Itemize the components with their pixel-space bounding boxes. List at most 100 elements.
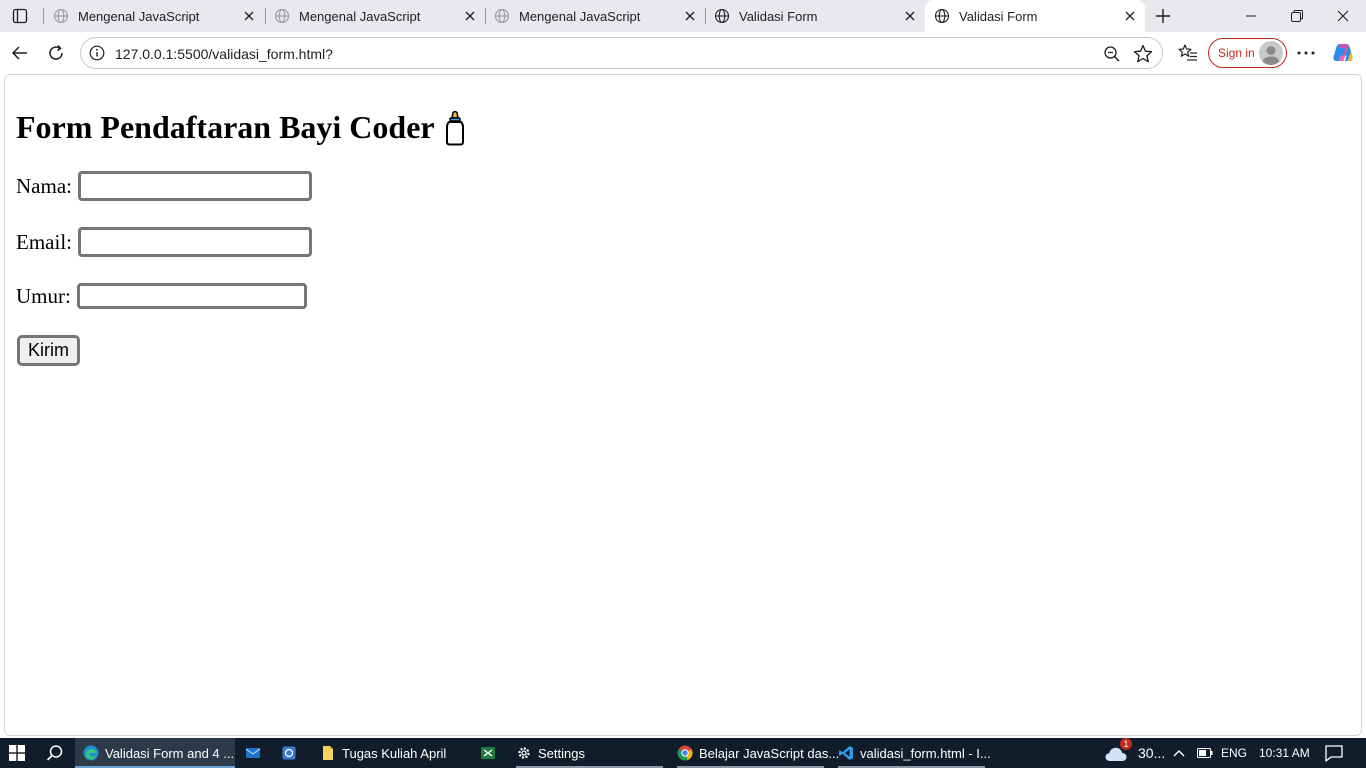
tab-3[interactable]: Validasi Form [705, 0, 925, 32]
tab-2[interactable]: Mengenal JavaScript [485, 0, 705, 32]
minimize-icon [1246, 15, 1256, 17]
chevron-up-icon [1173, 750, 1185, 757]
globe-icon [713, 7, 731, 25]
baby-bottle-icon [445, 110, 464, 145]
close-icon[interactable] [1119, 5, 1141, 27]
back-arrow-icon [11, 46, 27, 60]
tab-title: Validasi Form [959, 8, 1038, 24]
email-input[interactable] [78, 227, 312, 257]
notification-center-button[interactable] [1325, 738, 1343, 768]
profile-icon [1262, 46, 1280, 65]
weather-text: 30... [1138, 745, 1166, 761]
favorites-button[interactable] [1173, 38, 1203, 68]
notification-badge: 1 [1120, 738, 1132, 750]
clock[interactable]: 10:31 AM [1259, 738, 1310, 768]
umur-input[interactable] [76, 283, 307, 309]
close-icon[interactable] [459, 5, 481, 27]
taskbar-item-edge[interactable]: Validasi Form and 4 ... [75, 738, 235, 768]
restore-button[interactable] [1274, 0, 1320, 32]
page-title-text: Form Pendaftaran Bayi Coder [16, 109, 435, 145]
favorites-list-icon [1178, 44, 1197, 61]
store-icon [281, 745, 297, 761]
url-text[interactable]: 127.0.0.1:5500/validasi_form.html? [115, 46, 333, 62]
new-tab-button[interactable] [1150, 4, 1176, 28]
taskbar-label: Settings [538, 745, 585, 761]
tab-0[interactable]: Mengenal JavaScript [44, 0, 264, 32]
favorite-star-icon[interactable] [1132, 43, 1154, 65]
taskbar-item-store[interactable] [273, 738, 307, 768]
clock-time: 10:31 AM [1259, 746, 1310, 760]
windows-start-icon[interactable] [9, 745, 25, 761]
tab-actions-button[interactable] [6, 4, 34, 28]
email-label: Email: [16, 229, 72, 254]
battery-icon [1197, 748, 1213, 758]
nama-label: Nama: [16, 173, 72, 198]
gear-icon [516, 745, 532, 761]
sign-in-label: Sign in [1218, 46, 1255, 60]
tab-title: Mengenal JavaScript [519, 8, 641, 24]
taskbar-item-mail[interactable] [237, 738, 271, 768]
mail-icon [245, 745, 261, 761]
chat-bubble-icon [1325, 744, 1343, 762]
nama-row: Nama: [16, 171, 312, 201]
globe-icon [493, 7, 511, 25]
tab-4-active[interactable]: Validasi Form [925, 0, 1145, 32]
plus-icon [1156, 9, 1170, 23]
cloud-icon: 1 [1104, 738, 1132, 764]
page-viewport: Form Pendaftaran Bayi Coder Nama: Email:… [4, 74, 1362, 736]
weather-widget[interactable]: 1 30... [1104, 738, 1165, 768]
copilot-button[interactable] [1328, 38, 1358, 68]
avatar [1259, 41, 1283, 65]
umur-row: Umur: [16, 283, 307, 309]
vscode-icon [838, 745, 854, 761]
tab-title: Mengenal JavaScript [299, 8, 421, 24]
taskbar-item-folder[interactable]: Tugas Kuliah April [312, 738, 462, 768]
taskbar-item-spreadsheet[interactable] [472, 738, 506, 768]
refresh-icon [49, 45, 63, 60]
close-icon [1337, 10, 1349, 22]
taskbar-item-vscode[interactable]: validasi_form.html - I... [830, 738, 991, 768]
tab-actions-icon [12, 8, 28, 24]
chrome-icon [677, 745, 693, 761]
restore-icon [1291, 10, 1303, 22]
language-indicator[interactable]: ENG [1221, 738, 1247, 768]
more-dots-icon [1297, 51, 1315, 55]
settings-more-button[interactable] [1291, 38, 1321, 68]
tab-strip: Mengenal JavaScript Mengenal JavaScript … [0, 0, 1366, 32]
tab-title: Mengenal JavaScript [78, 8, 200, 24]
taskbar-label: validasi_form.html - I... [860, 745, 991, 761]
taskbar-label: Belajar JavaScript das... [699, 745, 840, 761]
globe-icon [933, 7, 951, 25]
tab-title: Validasi Form [739, 8, 818, 24]
taskbar-label: Tugas Kuliah April [342, 745, 447, 761]
tab-1[interactable]: Mengenal JavaScript [265, 0, 485, 32]
windows-taskbar: Validasi Form and 4 ... Tugas Kuliah Apr… [0, 738, 1366, 768]
globe-icon [273, 7, 291, 25]
minimize-button[interactable] [1228, 0, 1274, 32]
close-icon[interactable] [238, 5, 260, 27]
refresh-button[interactable] [41, 38, 71, 68]
taskbar-item-chrome[interactable]: Belajar JavaScript das... [669, 738, 839, 768]
close-icon[interactable] [899, 5, 921, 27]
umur-label: Umur: [16, 283, 71, 308]
nama-input[interactable] [77, 171, 312, 201]
search-icon[interactable] [46, 744, 64, 762]
spreadsheet-icon [480, 745, 496, 761]
taskbar-item-settings[interactable]: Settings [508, 738, 663, 768]
show-hidden-icons-button[interactable] [1173, 738, 1185, 768]
kirim-button[interactable]: Kirim [17, 335, 80, 366]
zoom-out-icon[interactable] [1102, 44, 1122, 64]
language-text: ENG [1221, 746, 1248, 760]
close-icon[interactable] [679, 5, 701, 27]
browser-toolbar: 127.0.0.1:5500/validasi_form.html? Sign … [0, 32, 1366, 74]
page-title: Form Pendaftaran Bayi Coder [16, 109, 465, 146]
sign-in-button[interactable]: Sign in [1208, 38, 1287, 68]
folder-icon [320, 745, 336, 761]
close-window-button[interactable] [1320, 0, 1366, 32]
edge-icon [83, 745, 99, 761]
battery-status[interactable] [1197, 738, 1213, 768]
email-row: Email: [16, 227, 312, 257]
info-icon[interactable] [89, 45, 105, 61]
back-button[interactable] [5, 38, 35, 68]
address-bar[interactable]: 127.0.0.1:5500/validasi_form.html? [80, 37, 1163, 69]
